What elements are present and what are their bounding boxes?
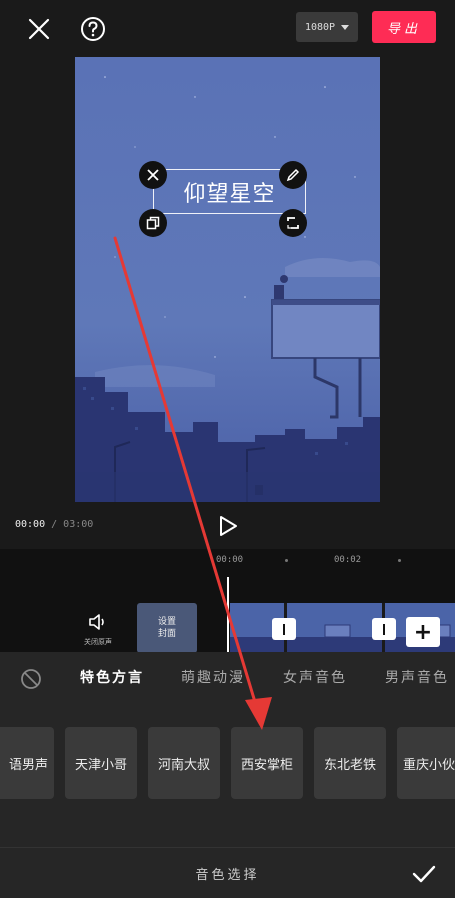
timecode: 00:00 / 03:00: [15, 519, 93, 530]
close-button[interactable]: [22, 12, 56, 46]
delete-text-button[interactable]: [139, 161, 167, 189]
copy-text-button[interactable]: [139, 209, 167, 237]
voice-card[interactable]: 语男声: [0, 727, 54, 799]
ruler-dot: [398, 559, 401, 562]
chevron-down-icon: [341, 24, 350, 30]
panel-title: 音色选择: [195, 868, 260, 883]
transition-button[interactable]: [272, 618, 296, 640]
current-time: 00:00: [15, 519, 46, 530]
export-button[interactable]: 导出: [372, 11, 436, 43]
scale-text-button[interactable]: [279, 209, 307, 237]
voice-card[interactable]: 天津小哥: [65, 727, 137, 799]
close-icon: [28, 18, 50, 40]
voice-card[interactable]: 东北老铁: [314, 727, 386, 799]
panel-footer: 音色选择: [0, 847, 455, 898]
cover-label-line: 设置: [157, 617, 176, 627]
speaker-icon: [89, 614, 104, 630]
check-icon: [412, 865, 436, 883]
tab-female[interactable]: 女声音色: [283, 667, 347, 687]
total-duration: 03:00: [63, 519, 94, 530]
cover-label: 设置 封面: [158, 616, 176, 640]
time-separator: /: [45, 519, 64, 530]
mute-label: 关闭原声: [84, 638, 112, 646]
voice-card[interactable]: 重庆小伙: [397, 727, 455, 799]
edit-text-button[interactable]: [279, 161, 307, 189]
timeline[interactable]: 00:00 00:02 关闭原声 设置 封面 +: [0, 549, 455, 653]
bar-icon: [283, 623, 285, 635]
ruler-dot: [285, 559, 288, 562]
ruler-tick-label: 00:02: [334, 555, 362, 565]
voice-tabs: 特色方言 萌趣动漫 女声音色 男声音色: [0, 652, 455, 700]
play-icon: [220, 516, 237, 536]
voice-card[interactable]: 西安掌柜: [231, 727, 303, 799]
voice-select-panel: 特色方言 萌趣动漫 女声音色 男声音色 语男声 天津小哥 河南大叔 西安掌柜 东…: [0, 652, 455, 898]
add-clip-button[interactable]: +: [406, 617, 440, 647]
tab-male[interactable]: 男声音色: [385, 667, 449, 687]
resolution-dropdown[interactable]: 1080P: [296, 12, 358, 42]
bar-icon: [383, 623, 385, 635]
help-icon: [81, 17, 105, 41]
set-cover-button[interactable]: 设置 封面: [137, 603, 197, 653]
cover-label-line: 封面: [157, 629, 176, 639]
top-bar: 1080P 导出: [0, 0, 455, 56]
resolution-label: 1080P: [304, 21, 336, 33]
close-icon: [147, 169, 159, 181]
confirm-button[interactable]: [410, 860, 438, 888]
playhead[interactable]: [227, 577, 229, 653]
ruler-tick-label: 00:00: [216, 555, 244, 565]
none-icon[interactable]: [20, 668, 42, 690]
tab-dialect[interactable]: 特色方言: [80, 667, 144, 687]
play-button[interactable]: [216, 514, 240, 538]
tab-anime[interactable]: 萌趣动漫: [181, 667, 245, 687]
plus-icon: +: [413, 619, 433, 645]
video-preview[interactable]: 仰望星空: [75, 57, 380, 502]
pencil-icon: [286, 168, 300, 182]
resize-icon: [287, 217, 299, 229]
transition-button[interactable]: [372, 618, 396, 640]
copy-icon: [146, 216, 160, 230]
mute-original-audio-button[interactable]: 关闭原声: [78, 613, 118, 647]
voice-card[interactable]: 河南大叔: [148, 727, 220, 799]
help-button[interactable]: [76, 12, 110, 46]
time-ruler: 00:00 00:02: [0, 549, 455, 571]
preview-image: [75, 57, 380, 502]
